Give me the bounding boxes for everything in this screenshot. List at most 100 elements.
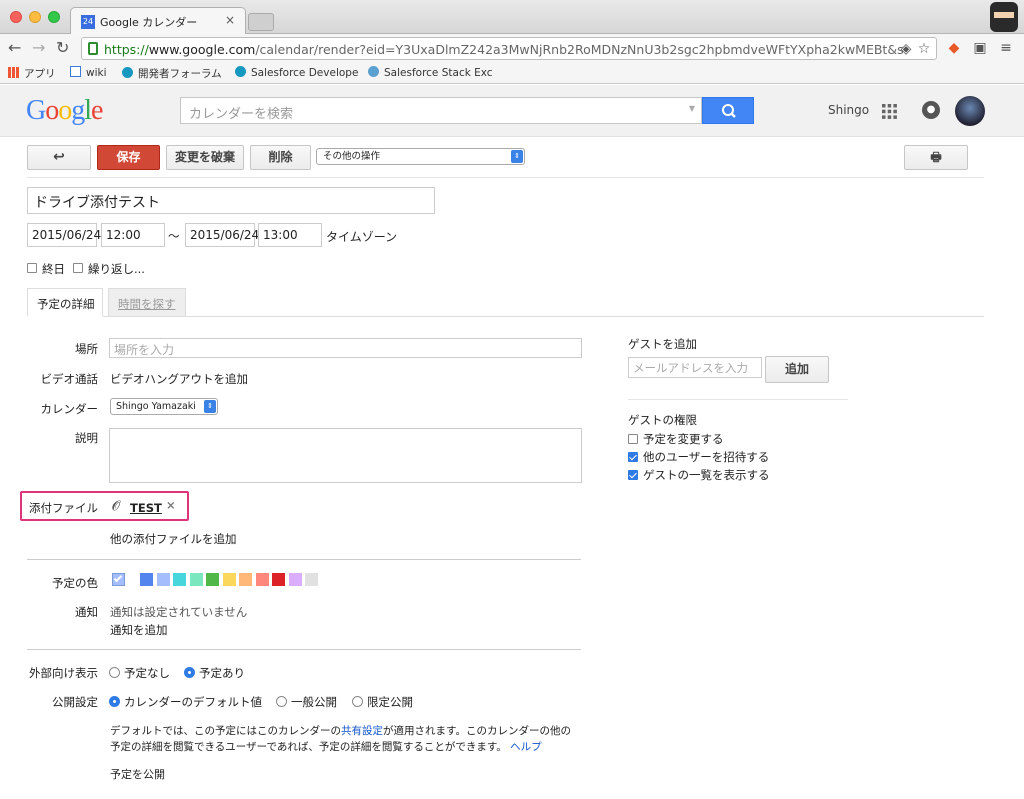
color-swatch[interactable] [222,573,236,586]
color-swatch[interactable] [156,573,170,586]
availability-busy-radio[interactable] [184,667,195,678]
new-tab-button[interactable] [248,13,274,31]
color-swatch[interactable] [173,573,186,586]
forward-arrow-icon[interactable]: → [32,38,45,57]
add-attachment-link[interactable]: 他の添付ファイルを追加 [110,531,237,547]
bookmark-wiki[interactable]: wiki [70,66,107,79]
color-swatch[interactable] [305,573,318,586]
guest-permissions-label: ゲストの権限 [628,413,697,427]
color-swatch[interactable] [255,573,269,586]
privacy-default-label: カレンダーのデフォルト値 [124,695,262,709]
perm-invite-checkbox[interactable] [628,452,638,462]
privacy-label: 公開設定 [52,695,98,709]
privacy-private-label: 限定公開 [367,695,413,709]
select-chevron-icon: ⇕ [511,150,523,163]
start-time-input[interactable]: 12:00 [101,223,165,247]
menu-icon[interactable]: ≡ [998,40,1014,56]
add-guest-button[interactable]: 追加 [765,356,829,383]
notification-bell-icon[interactable]: ● [922,101,940,119]
perm-modify-checkbox[interactable] [628,434,638,444]
bookmark-dev-forum[interactable]: 開発者フォーラム [122,66,222,81]
bookmark-salesforce-developers[interactable]: Salesforce Develope [235,66,358,79]
attachment-test-link[interactable]: TEST [130,501,162,515]
discard-changes-button[interactable]: 変更を破棄 [166,145,244,170]
availability-free-radio[interactable] [109,667,120,678]
url-text: https://www.google.com/calendar/render?e… [104,42,904,57]
sharing-settings-link[interactable]: 共有設定 [341,725,383,737]
perm-invite-label: 他のユーザーを招待する [643,450,770,464]
back-arrow-icon[interactable]: ← [8,38,21,57]
notification-status: 通知は設定されていません [110,605,248,619]
tab-find-time[interactable]: 時間を探す [108,288,186,317]
avatar[interactable] [955,96,985,126]
timezone-link[interactable]: タイムゾーン [326,228,397,245]
search-options-chevron-icon[interactable]: ▼ [689,104,695,113]
color-swatch[interactable] [288,573,302,586]
perm-modify-label: 予定を変更する [643,432,724,446]
minimize-window-button[interactable] [29,11,41,23]
add-hangout-link[interactable]: ビデオハングアウトを追加 [110,371,248,387]
extension-diamond-icon[interactable]: ◈ [898,41,914,57]
color-swatch-default-selected[interactable] [112,573,125,586]
repeat-checkbox[interactable] [73,263,83,273]
availability-free-label: 予定なし [124,666,170,680]
apps-grid-icon[interactable] [882,104,897,119]
privacy-private-radio[interactable] [352,696,363,707]
all-day-label: 終日 [42,262,65,276]
start-date-input[interactable]: 2015/06/24 [27,223,101,247]
color-swatch[interactable] [239,573,252,586]
remove-attachment-icon[interactable]: × [166,498,176,512]
event-title-input[interactable]: ドライブ添付テスト [27,187,435,214]
search-button[interactable] [702,97,754,124]
end-date-input[interactable]: 2015/06/24 [185,223,259,247]
shield-extension-icon[interactable]: ◆ [946,40,962,56]
browser-toolbar: ← → ↻ https://www.google.com/calendar/re… [0,34,1024,62]
location-input[interactable]: 場所を入力 [109,338,582,358]
close-window-button[interactable] [10,11,22,23]
publish-event-link[interactable]: 予定を公開 [110,766,165,782]
bookmark-salesforce-stack[interactable]: Salesforce Stack Exc [368,66,493,79]
google-logo[interactable]: Google [26,95,103,127]
more-actions-select[interactable]: その他の操作 ⇕ [316,148,525,165]
calendar-select[interactable]: Shingo Yamazaki ⇕ [110,398,218,415]
bookmark-apps[interactable]: アプリ [8,66,56,81]
tab-event-details[interactable]: 予定の詳細 [27,288,103,317]
save-button[interactable]: 保存 [97,145,160,170]
color-swatch[interactable] [189,573,203,586]
guest-email-input[interactable]: メールアドレスを入力 [628,357,762,378]
privacy-public-radio[interactable] [276,696,287,707]
calendar-label: カレンダー [40,402,99,416]
color-swatch[interactable] [272,573,285,586]
reload-icon[interactable]: ↻ [56,38,69,57]
page-icon [70,66,81,77]
bookmark-star-icon[interactable]: ☆ [916,41,932,57]
description-label: 説明 [75,431,98,445]
print-button[interactable]: 🖶 [904,145,968,170]
perm-see-list-checkbox[interactable] [628,470,638,480]
video-call-label: ビデオ通話 [40,372,99,386]
google-header: Google カレンダーを検索 ▼ Shingo ● [0,85,1024,137]
add-notification-link[interactable]: 通知を追加 [110,622,168,638]
browser-tab[interactable]: 24 Google カレンダー × [70,7,246,35]
maximize-window-button[interactable] [48,11,60,23]
end-time-input[interactable]: 13:00 [258,223,322,247]
close-tab-icon[interactable]: × [225,13,235,27]
pocket-icon[interactable]: ▣ [972,40,988,56]
all-day-checkbox[interactable] [27,263,37,273]
address-bar[interactable]: https://www.google.com/calendar/render?e… [81,37,937,60]
color-swatch[interactable] [140,573,153,586]
calendar-search-input[interactable]: カレンダーを検索 ▼ [180,97,702,124]
user-name[interactable]: Shingo [828,103,869,117]
back-button[interactable]: ↩ [27,145,91,170]
description-textarea[interactable] [109,428,582,483]
profile-ninja-icon[interactable] [990,2,1018,32]
repeat-label: 繰り返し... [88,262,145,276]
color-swatch[interactable] [206,573,219,586]
check-icon [113,573,123,583]
divider [628,399,848,400]
help-link[interactable]: ヘルプ [510,741,542,753]
privacy-default-radio[interactable] [109,696,120,707]
delete-button[interactable]: 削除 [250,145,311,170]
print-icon: 🖶 [930,150,942,164]
divider [27,559,581,560]
